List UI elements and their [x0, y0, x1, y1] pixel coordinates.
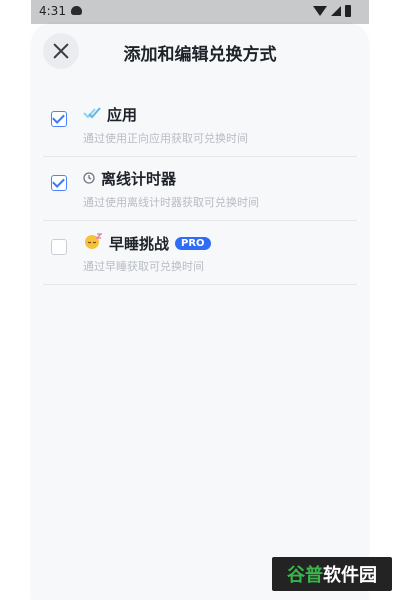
status-icons [313, 5, 351, 17]
option-app[interactable]: 应用 通过使用正向应用获取可兑换时间 [43, 92, 357, 157]
timer-icon [83, 169, 95, 188]
wifi-icon [313, 6, 327, 16]
pro-badge: PRO [175, 236, 211, 250]
cloud-icon [71, 6, 82, 15]
option-subtitle: 通过早睡获取可兑换时间 [83, 260, 204, 273]
option-subtitle: 通过使用正向应用获取可兑换时间 [83, 132, 248, 145]
watermark-part1: 谷普 [287, 565, 323, 586]
option-offline-timer[interactable]: 离线计时器 通过使用离线计时器获取可兑换时间 [43, 156, 357, 221]
signal-icon [331, 6, 341, 16]
option-early-sleep[interactable]: 早睡挑战 PRO 通过早睡获取可兑换时间 [43, 220, 357, 285]
option-label: 应用 [107, 106, 138, 124]
watermark-logo: 谷普 软件园 [272, 557, 392, 591]
checkbox-offline-timer[interactable] [51, 175, 67, 191]
close-button[interactable] [43, 33, 79, 69]
checkbox-app[interactable] [51, 111, 67, 127]
sleeping-face-icon [83, 232, 103, 254]
status-bar: 4:31 [31, 0, 369, 24]
option-subtitle: 通过使用离线计时器获取可兑换时间 [83, 196, 259, 209]
option-label: 离线计时器 [101, 170, 177, 188]
option-label: 早睡挑战 [109, 234, 170, 253]
status-time: 4:31 [39, 4, 66, 18]
double-check-icon [83, 105, 101, 124]
bottom-sheet: 添加和编辑兑换方式 应用 通过使用正向应用获取可兑换时间 离线计时器 通过使用离… [31, 24, 369, 600]
battery-icon [345, 5, 351, 17]
watermark-part2: 软件园 [323, 565, 377, 586]
sheet-title: 添加和编辑兑换方式 [123, 45, 277, 65]
checkbox-early-sleep[interactable] [51, 239, 67, 255]
